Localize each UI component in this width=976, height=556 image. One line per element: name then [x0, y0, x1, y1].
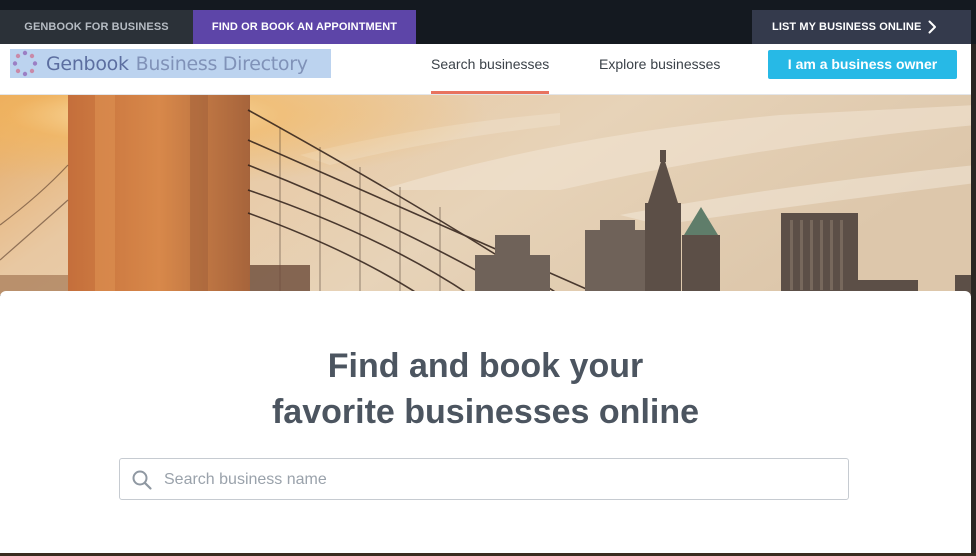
page: GENBOOK FOR BUSINESS FIND OR BOOK AN APP… — [0, 0, 976, 556]
headline-line-1: Find and book your — [327, 347, 644, 385]
search-card: Find and book your favorite businesses o… — [0, 291, 971, 553]
hero-image — [0, 95, 976, 295]
nav-explore-businesses[interactable]: Explore businesses — [599, 44, 720, 94]
chevron-right-icon — [928, 10, 937, 44]
list-my-business-button[interactable]: LIST MY BUSINESS ONLINE — [752, 10, 971, 44]
genbook-dots-icon — [12, 50, 38, 77]
search-icon — [132, 470, 152, 490]
find-or-book-appointment-link[interactable]: FIND OR BOOK AN APPOINTMENT — [193, 10, 416, 44]
search-business-input[interactable] — [162, 459, 846, 501]
business-owner-button[interactable]: I am a business owner — [768, 50, 957, 79]
headline-line-2: favorite businesses online — [271, 393, 700, 431]
logo-directory-text: Business Directory — [135, 52, 308, 75]
top-bar: GENBOOK FOR BUSINESS FIND OR BOOK AN APP… — [0, 0, 976, 44]
list-my-business-label: LIST MY BUSINESS ONLINE — [772, 21, 922, 33]
page-headline: Find and book your favorite businesses o… — [0, 343, 971, 435]
nav-search-businesses[interactable]: Search businesses — [431, 44, 549, 94]
search-box[interactable] — [119, 458, 849, 501]
logo-brand-text: Genbook — [46, 52, 129, 75]
genbook-logo[interactable]: Genbook Business Directory — [10, 49, 331, 78]
genbook-for-business-link[interactable]: GENBOOK FOR BUSINESS — [0, 10, 193, 44]
window-edge — [971, 44, 976, 556]
nav-bar: Genbook Business Directory Search busine… — [0, 44, 971, 95]
